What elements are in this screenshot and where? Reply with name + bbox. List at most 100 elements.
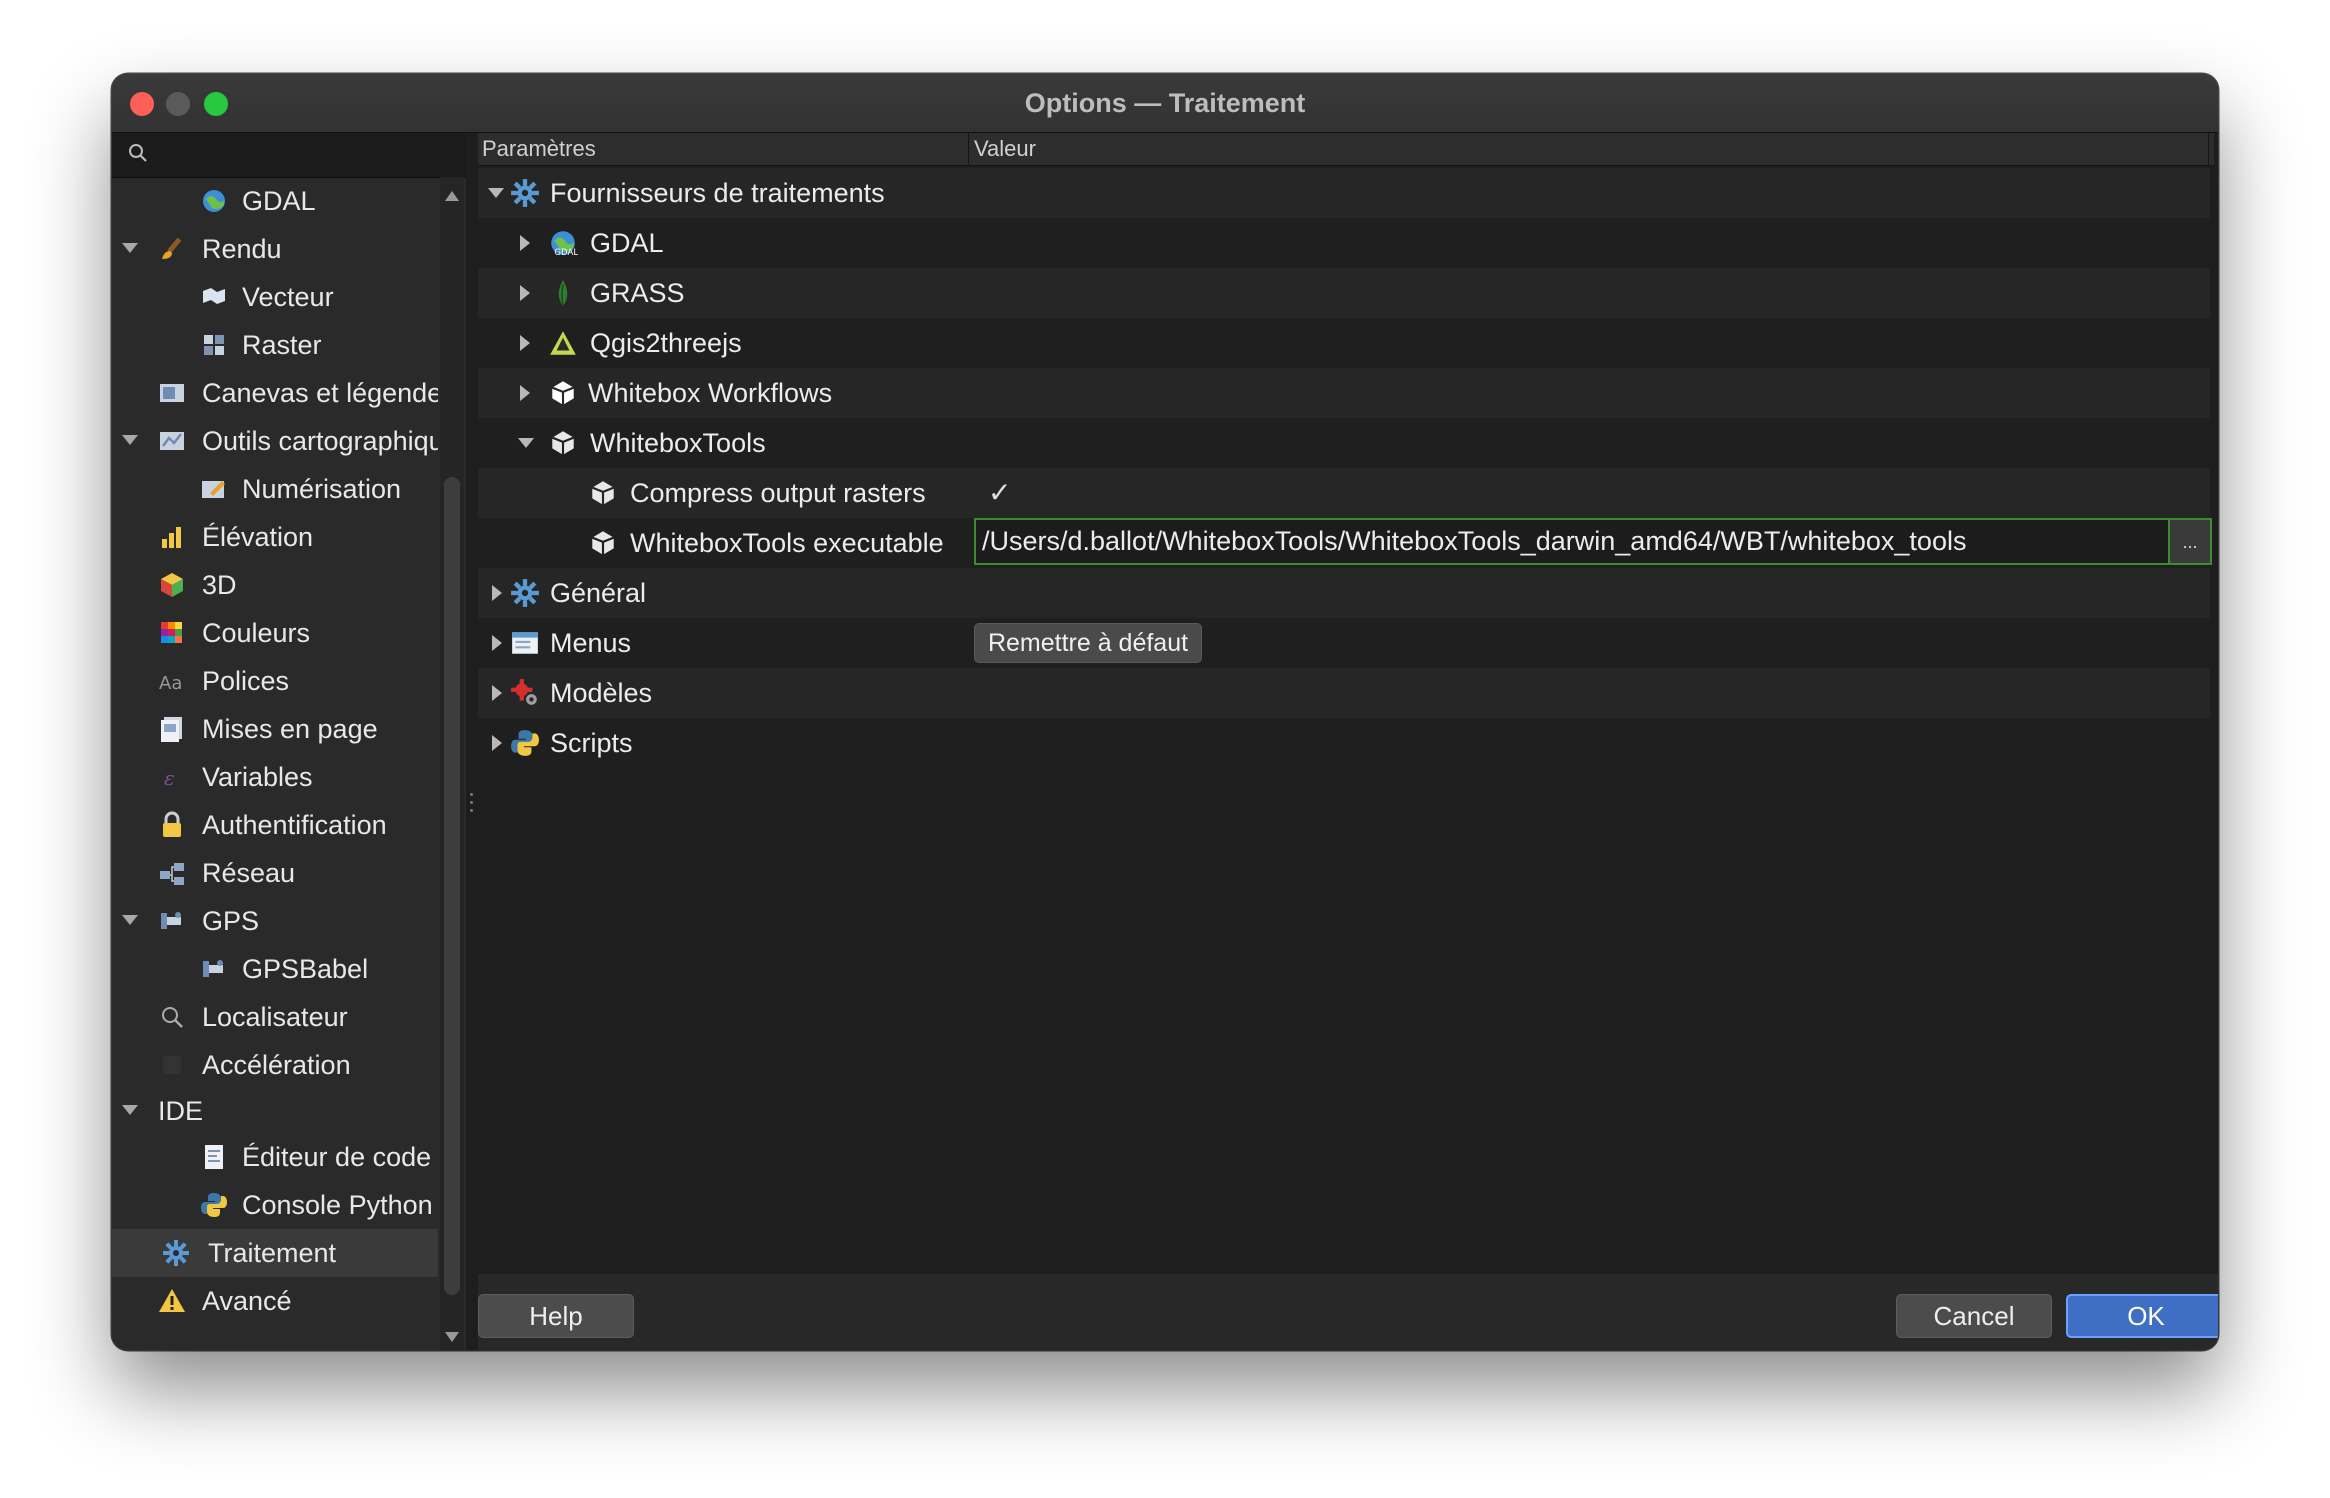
compress-output-checkbox[interactable]: ✓ [988, 476, 1011, 509]
sidebar-item-ide[interactable]: IDE [112, 1087, 438, 1135]
whitebox-icon [551, 431, 575, 455]
window-title: Options — Traitement [1024, 88, 1306, 118]
cancel-button[interactable]: Cancel [1896, 1294, 2052, 1338]
search-input[interactable] [158, 139, 452, 171]
column-header-value[interactable]: Valeur [974, 136, 1036, 162]
chevron-right-icon[interactable] [520, 235, 530, 251]
chevron-down-icon[interactable] [488, 188, 504, 198]
chevron-down-icon[interactable] [122, 1105, 138, 1115]
tree-row-label: Fournisseurs de traitements [550, 178, 885, 208]
warning-icon [159, 1289, 185, 1312]
tree-row-label: Modèles [550, 678, 653, 708]
sidebar-item-authentification[interactable]: Authentification [112, 801, 438, 849]
sidebar-tree: GDAL Rendu Vecteur Raster Canevas et lég… [112, 177, 438, 1350]
sidebar-item-elevation[interactable]: Élévation [112, 513, 438, 561]
settings-tree: Paramètres Valeur Fournisseurs de traite… [478, 133, 2214, 1273]
tree-row-modeles[interactable]: Modèles [478, 668, 2210, 718]
tree-row-menus[interactable]: Menus Remettre à défaut [478, 618, 2210, 668]
sidebar-item-label: Réseau [202, 858, 296, 888]
sidebar-item-label: Outils cartographiques [202, 426, 438, 456]
sidebar-item-numerisation[interactable]: Numérisation [112, 465, 438, 513]
whiteboxtools-path-input[interactable] [974, 518, 2168, 565]
sidebar-item-polices[interactable]: Aa Polices [112, 657, 438, 705]
gps-icon [161, 912, 181, 929]
chevron-right-icon[interactable] [520, 385, 530, 401]
tree-row-scripts[interactable]: Scripts [478, 718, 2210, 768]
tree-row-fournisseurs[interactable]: Fournisseurs de traitements [478, 168, 2210, 218]
sidebar-item-label: GPSBabel [242, 954, 369, 984]
chevron-down-icon[interactable] [122, 243, 138, 253]
help-button[interactable]: Help [478, 1294, 634, 1338]
sidebar-item-gdal[interactable]: GDAL [112, 177, 438, 225]
tree-row-gdal[interactable]: GDAL GDAL [478, 218, 2210, 268]
sidebar-item-3d[interactable]: 3D [112, 561, 438, 609]
chevron-down-icon[interactable] [122, 435, 138, 445]
tree-row-whiteboxtools-executable[interactable]: WhiteboxTools executable ... [478, 518, 2212, 568]
panel-splitter[interactable] [467, 133, 477, 1350]
sidebar-item-localisateur[interactable]: Localisateur [112, 993, 438, 1041]
column-header-params[interactable]: Paramètres [482, 136, 596, 162]
scroll-down-arrow-icon[interactable] [445, 1332, 459, 1342]
tree-row-compress-output-rasters[interactable]: Compress output rasters ✓ [478, 468, 2210, 518]
chevron-down-icon[interactable] [122, 915, 138, 925]
sidebar-item-mises-en-page[interactable]: Mises en page [112, 705, 438, 753]
chevron-right-icon[interactable] [492, 585, 502, 601]
search-icon [162, 1007, 183, 1028]
whitebox-icon [551, 381, 575, 405]
gdal-icon: GDAL [551, 231, 578, 258]
tree-row-label: Général [550, 578, 647, 608]
whitebox-icon [591, 531, 615, 555]
sidebar-item-traitement[interactable]: Traitement [112, 1229, 438, 1277]
chevron-right-icon[interactable] [520, 335, 530, 351]
chevron-right-icon[interactable] [520, 285, 530, 301]
sidebar-item-avance[interactable]: Avancé [112, 1277, 438, 1325]
scroll-up-arrow-icon[interactable] [445, 191, 459, 201]
sidebar-item-editeur-de-code[interactable]: Éditeur de code [112, 1133, 438, 1181]
sidebar-item-label: Couleurs [202, 618, 311, 648]
ok-button[interactable]: OK [2066, 1294, 2218, 1338]
tree-row-whitebox-workflows[interactable]: Whitebox Workflows [478, 368, 2210, 418]
sidebar-item-canevas[interactable]: Canevas et légende [112, 369, 438, 417]
sidebar-item-label: Polices [202, 666, 290, 696]
chevron-right-icon[interactable] [492, 635, 502, 651]
python-icon [201, 1193, 227, 1217]
sidebar-item-label: GPS [202, 906, 260, 936]
tree-row-general[interactable]: Général [478, 568, 2210, 618]
tree-row-label: GRASS [590, 278, 685, 308]
sidebar-item-outils-cartographiques[interactable]: Outils cartographiques [112, 417, 438, 465]
chevron-right-icon[interactable] [492, 685, 502, 701]
sidebar-item-gpsbabel[interactable]: GPSBabel [112, 945, 438, 993]
tree-row-grass[interactable]: GRASS [478, 268, 2210, 318]
column-divider[interactable] [968, 133, 969, 165]
cube-3d-icon [161, 573, 183, 597]
sidebar-item-label: Raster [242, 330, 322, 360]
layouts-icon [161, 717, 182, 742]
tree-row-qgis2threejs[interactable]: Qgis2threejs [478, 318, 2210, 368]
options-dialog: Options — Traitement GDAL Rendu Vecteur … [112, 74, 2218, 1350]
sidebar-scrollbar[interactable] [440, 177, 464, 1350]
browse-button[interactable]: ... [2168, 518, 2212, 565]
tree-row-whiteboxtools[interactable]: WhiteboxTools [478, 418, 2210, 468]
sidebar-item-reseau[interactable]: Réseau [112, 849, 438, 897]
sidebar-item-couleurs[interactable]: Couleurs [112, 609, 438, 657]
variables-icon: ε [164, 766, 175, 790]
sidebar-item-variables[interactable]: ε Variables [112, 753, 438, 801]
sidebar-item-label: Numérisation [242, 474, 402, 504]
sidebar-item-acceleration[interactable]: Accélération [112, 1041, 438, 1089]
sidebar-item-raster[interactable]: Raster [112, 321, 438, 369]
gpsbabel-icon [203, 960, 223, 977]
sidebar-item-label: Canevas et légende [202, 378, 438, 408]
svg-text:ε: ε [164, 766, 175, 790]
sidebar-item-rendu[interactable]: Rendu [112, 225, 438, 273]
sidebar-item-gps[interactable]: GPS [112, 897, 438, 945]
chevron-right-icon[interactable] [492, 735, 502, 751]
chevron-down-icon[interactable] [518, 438, 534, 448]
reset-default-button[interactable]: Remettre à défaut [974, 623, 1202, 663]
sidebar-item-vecteur[interactable]: Vecteur [112, 273, 438, 321]
title-bar: Options — Traitement [112, 74, 2218, 133]
code-editor-icon [205, 1145, 223, 1169]
sidebar-item-console-python[interactable]: Console Python [112, 1181, 438, 1229]
tree-row-label: GDAL [590, 228, 664, 258]
search-icon [129, 144, 147, 162]
scroll-thumb[interactable] [444, 477, 460, 1295]
